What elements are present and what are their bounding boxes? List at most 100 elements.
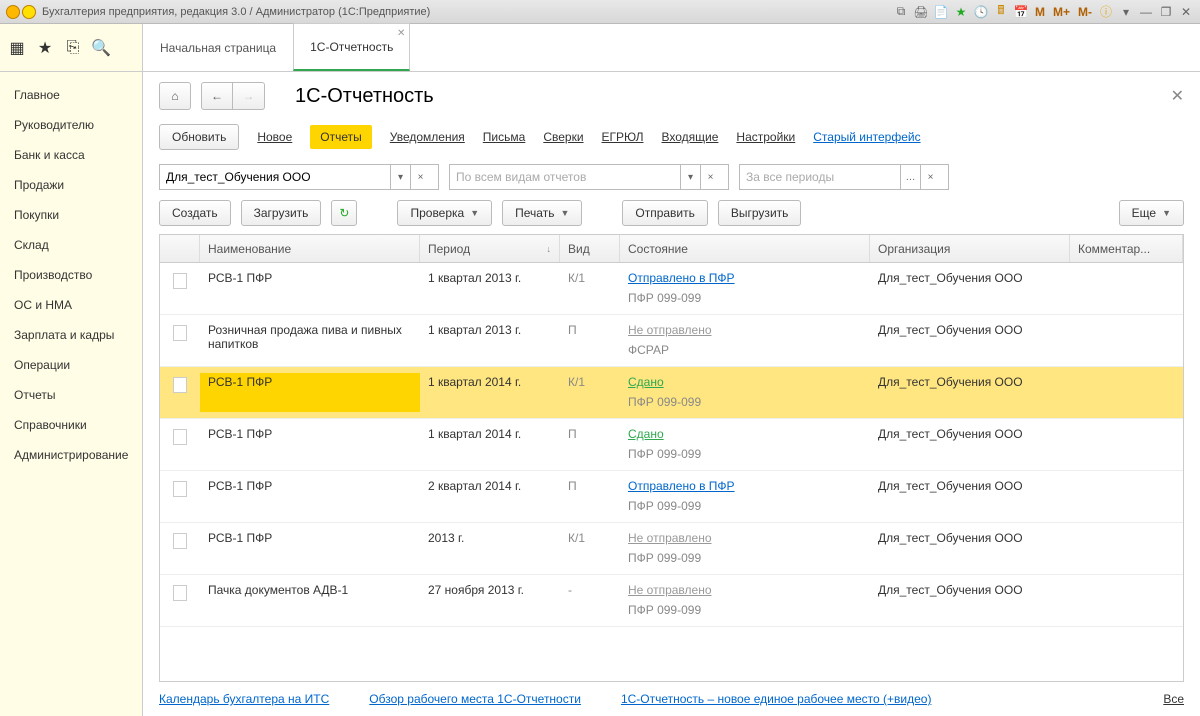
- tab-1c-reporting[interactable]: 1С-Отчетность✕: [293, 23, 410, 71]
- sidebar-item[interactable]: Производство: [0, 260, 142, 290]
- create-button[interactable]: Создать: [159, 200, 231, 226]
- send-button[interactable]: Отправить: [622, 200, 708, 226]
- menu-reconciliations[interactable]: Сверки: [543, 130, 583, 144]
- clear-icon[interactable]: ×: [410, 165, 430, 189]
- table-row[interactable]: Пачка документов АДВ-127 ноября 2013 г.-…: [160, 575, 1183, 627]
- type-filter-input[interactable]: [450, 165, 680, 189]
- refresh-list-button[interactable]: ↻: [331, 200, 357, 226]
- more-icon[interactable]: …: [900, 165, 920, 189]
- calendar-icon[interactable]: 📅: [1013, 4, 1029, 20]
- col-org[interactable]: Организация: [870, 235, 1070, 262]
- cell-status-link[interactable]: Сдано: [628, 427, 862, 441]
- menu-egrul[interactable]: ЕГРЮЛ: [602, 130, 644, 144]
- cell-status-link[interactable]: Отправлено в ПФР: [628, 271, 862, 285]
- type-filter[interactable]: ▾ ×: [449, 164, 729, 190]
- sidebar-item[interactable]: Продажи: [0, 170, 142, 200]
- m-label[interactable]: M: [1035, 5, 1045, 19]
- sidebar-item[interactable]: Покупки: [0, 200, 142, 230]
- favorites-icon[interactable]: ★: [953, 4, 969, 20]
- app-logo-icon-2: [22, 5, 36, 19]
- menu-incoming[interactable]: Входящие: [662, 130, 719, 144]
- info-icon[interactable]: ⓘ: [1098, 4, 1114, 20]
- sidebar-item[interactable]: ОС и НМА: [0, 290, 142, 320]
- m-plus-label[interactable]: M+: [1053, 5, 1070, 19]
- clipboard-icon[interactable]: ⎘: [64, 39, 82, 57]
- cell-status-link[interactable]: Не отправлено: [628, 583, 862, 597]
- export-button[interactable]: Выгрузить: [718, 200, 802, 226]
- menu-legacy-ui[interactable]: Старый интерфейс: [813, 130, 920, 144]
- close-icon[interactable]: ✕: [1178, 4, 1194, 20]
- cell-name: РСВ-1 ПФР: [208, 271, 412, 285]
- sidebar-item[interactable]: Справочники: [0, 410, 142, 440]
- cell-status-link[interactable]: Отправлено в ПФР: [628, 479, 862, 493]
- toolbar-icon[interactable]: 📄: [933, 4, 949, 20]
- tab-start-page[interactable]: Начальная страница: [143, 23, 293, 71]
- sidebar-item[interactable]: Банк и касса: [0, 140, 142, 170]
- footer-link-calendar[interactable]: Календарь бухгалтера на ИТС: [159, 692, 329, 706]
- page-close-icon[interactable]: ✕: [1171, 86, 1184, 106]
- sidebar-item[interactable]: Склад: [0, 230, 142, 260]
- table-row[interactable]: РСВ-1 ПФР1 квартал 2014 г.К/1СданоПФР 09…: [160, 367, 1183, 419]
- col-status[interactable]: Состояние: [620, 235, 870, 262]
- dropdown-icon[interactable]: ▾: [390, 165, 410, 189]
- document-icon: [173, 377, 187, 393]
- menu-reports[interactable]: Отчеты: [310, 125, 371, 149]
- back-button[interactable]: ←: [201, 82, 233, 110]
- table-row[interactable]: РСВ-1 ПФР1 квартал 2014 г.ПСданоПФР 099-…: [160, 419, 1183, 471]
- footer-link-video[interactable]: 1С-Отчетность – новое единое рабочее мес…: [621, 692, 932, 706]
- cell-status-link[interactable]: Сдано: [628, 375, 862, 389]
- apps-icon[interactable]: ▦: [8, 39, 26, 57]
- check-button[interactable]: Проверка▼: [397, 200, 492, 226]
- col-name[interactable]: Наименование: [200, 235, 420, 262]
- cell-status-link[interactable]: Не отправлено: [628, 531, 862, 545]
- dropdown-icon[interactable]: ▾: [1118, 4, 1134, 20]
- dropdown-icon[interactable]: ▾: [680, 165, 700, 189]
- star-icon[interactable]: ★: [36, 39, 54, 57]
- minimize-icon[interactable]: —: [1138, 4, 1154, 20]
- col-icon[interactable]: [160, 235, 200, 262]
- period-filter[interactable]: … ×: [739, 164, 949, 190]
- sidebar-item[interactable]: Операции: [0, 350, 142, 380]
- print-button[interactable]: Печать▼: [502, 200, 582, 226]
- refresh-button[interactable]: Обновить: [159, 124, 239, 150]
- table-row[interactable]: Розничная продажа пива и пивных напитков…: [160, 315, 1183, 367]
- table-row[interactable]: РСВ-1 ПФР2013 г.К/1Не отправленоПФР 099-…: [160, 523, 1183, 575]
- menu-notifications[interactable]: Уведомления: [390, 130, 465, 144]
- tab-close-icon[interactable]: ✕: [397, 28, 405, 39]
- period-filter-input[interactable]: [740, 165, 900, 189]
- home-button[interactable]: ⌂: [159, 82, 191, 110]
- sidebar-item[interactable]: Зарплата и кадры: [0, 320, 142, 350]
- calc-icon[interactable]: 🖩: [993, 4, 1009, 20]
- load-button[interactable]: Загрузить: [241, 200, 322, 226]
- clear-icon[interactable]: ×: [700, 165, 720, 189]
- col-period[interactable]: Период↓: [420, 235, 560, 262]
- sidebar-item[interactable]: Отчеты: [0, 380, 142, 410]
- org-filter[interactable]: ▾ ×: [159, 164, 439, 190]
- table-row[interactable]: РСВ-1 ПФР1 квартал 2013 г.К/1Отправлено …: [160, 263, 1183, 315]
- toolbar-icon[interactable]: ⧉: [893, 4, 909, 20]
- footer-all[interactable]: Все: [1163, 692, 1184, 706]
- more-button[interactable]: Еще▼: [1119, 200, 1184, 226]
- toolbar-icon[interactable]: 🖨: [913, 4, 929, 20]
- sidebar-item[interactable]: Администрирование: [0, 440, 142, 470]
- org-filter-input[interactable]: [160, 165, 390, 189]
- m-minus-label[interactable]: M-: [1078, 5, 1092, 19]
- history-icon[interactable]: 🕓: [973, 4, 989, 20]
- search-icon[interactable]: 🔍: [92, 39, 110, 57]
- menu-settings[interactable]: Настройки: [736, 130, 795, 144]
- forward-button[interactable]: →: [233, 82, 265, 110]
- col-kind[interactable]: Вид: [560, 235, 620, 262]
- sidebar-item[interactable]: Руководителю: [0, 110, 142, 140]
- cell-status-link[interactable]: Не отправлено: [628, 323, 862, 337]
- maximize-icon[interactable]: ❐: [1158, 4, 1174, 20]
- table-row[interactable]: РСВ-1 ПФР2 квартал 2014 г.ПОтправлено в …: [160, 471, 1183, 523]
- cell-period: 1 квартал 2013 г.: [428, 271, 552, 285]
- clear-icon[interactable]: ×: [920, 165, 940, 189]
- col-comment[interactable]: Комментар...: [1070, 235, 1183, 262]
- menu-letters[interactable]: Письма: [483, 130, 526, 144]
- sidebar-item[interactable]: Главное: [0, 80, 142, 110]
- cell-kind: П: [568, 323, 612, 337]
- menu-new[interactable]: Новое: [257, 130, 292, 144]
- footer-link-overview[interactable]: Обзор рабочего места 1С-Отчетности: [369, 692, 581, 706]
- button-label: Печать: [515, 206, 554, 220]
